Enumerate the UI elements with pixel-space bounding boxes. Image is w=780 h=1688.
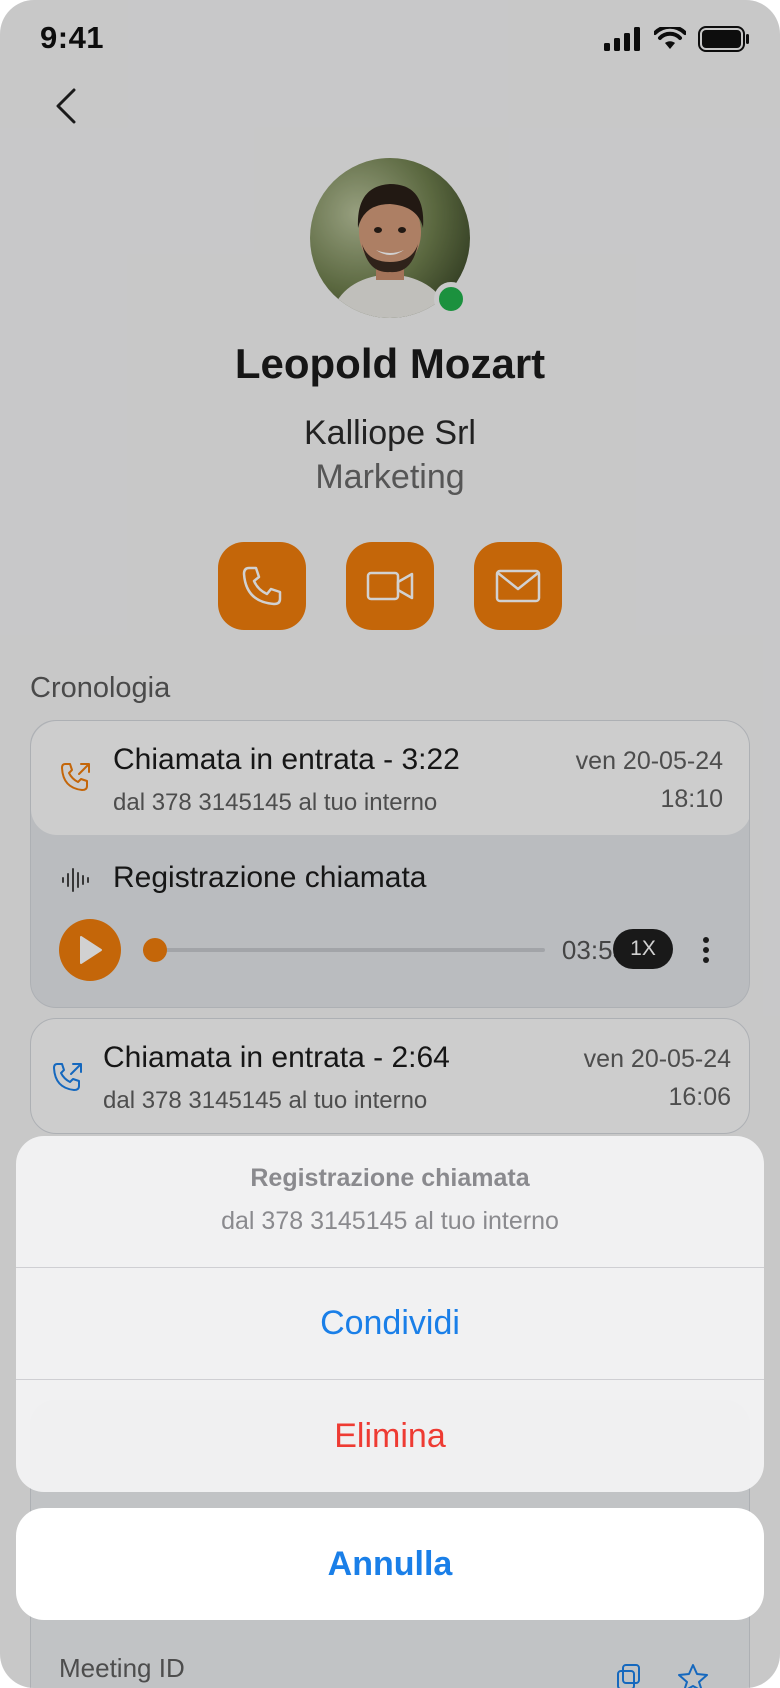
action-sheet: Registrazione chiamata dal 378 3145145 a… [16,1136,764,1492]
contact-detail-screen: 9:41 Leopold Mozart Kalliope Srl Marketi… [0,0,780,1688]
action-sheet-subtitle: dal 378 3145145 al tuo interno [221,1207,559,1235]
share-button[interactable]: Condividi [16,1268,764,1380]
delete-button[interactable]: Elimina [16,1380,764,1492]
action-sheet-header: Registrazione chiamata dal 378 3145145 a… [16,1136,764,1268]
action-sheet-title: Registrazione chiamata [250,1164,530,1192]
cancel-button[interactable]: Annulla [16,1508,764,1620]
